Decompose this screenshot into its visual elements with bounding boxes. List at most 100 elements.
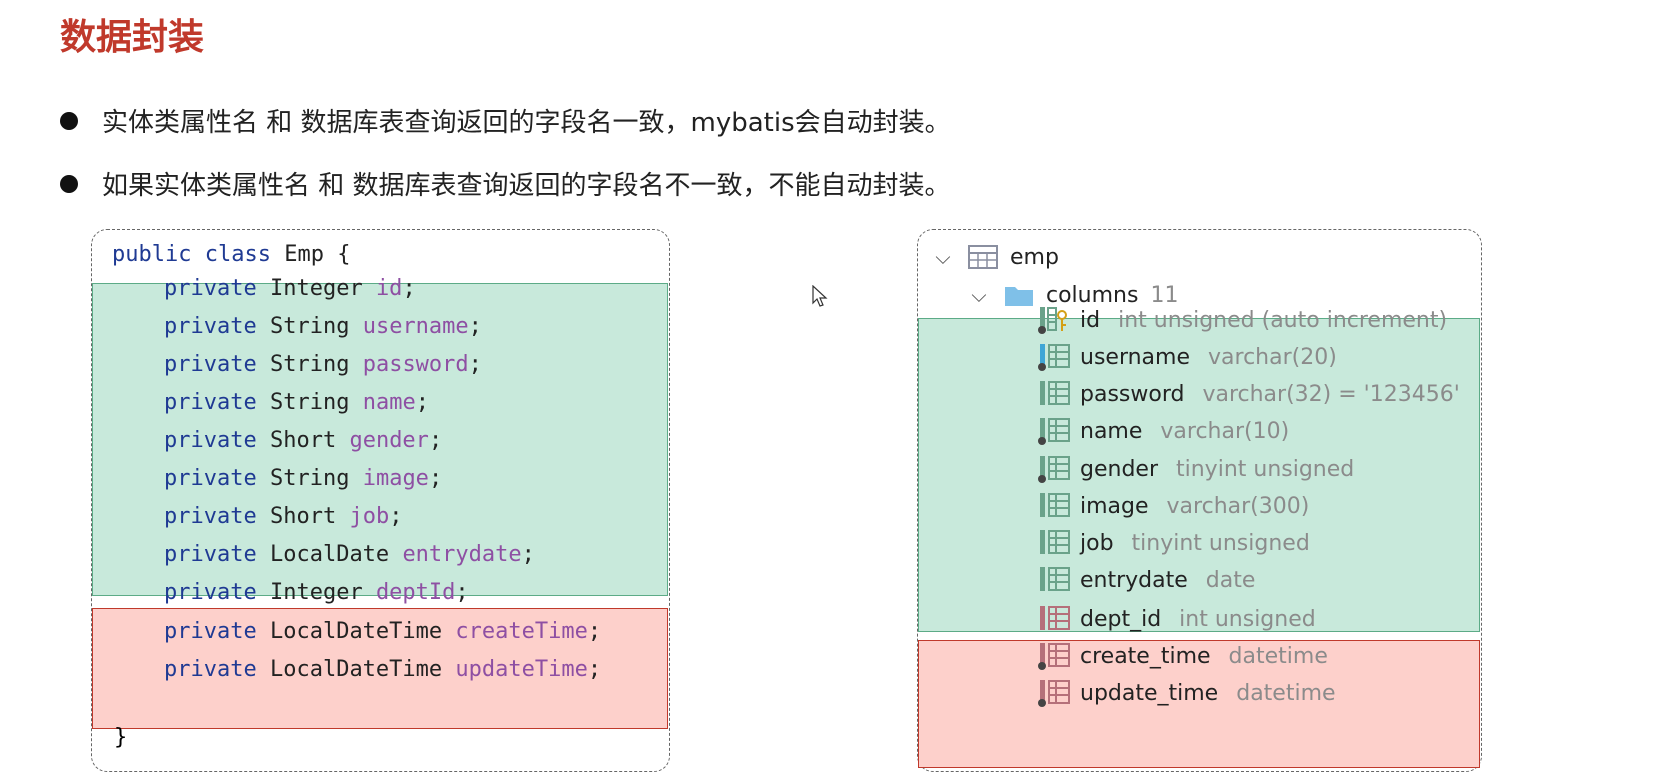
field-type: Short	[269, 504, 337, 529]
bullet-item: 如果实体类属性名 和 数据库表查询返回的字段名不一致，不能自动封装。	[60, 165, 951, 202]
chevron-down-icon[interactable]: ⌵	[932, 245, 954, 269]
column-name: update_time	[1080, 680, 1219, 706]
class-name: Emp	[284, 242, 324, 267]
column-icon	[1040, 493, 1070, 517]
field-name: id	[375, 276, 403, 301]
column-row[interactable]: image varchar(300)	[1038, 488, 1309, 524]
keyword-private: private	[164, 657, 257, 682]
field-type: LocalDateTime	[269, 619, 443, 644]
column-icon	[1040, 606, 1070, 630]
semicolon: ;	[521, 542, 535, 567]
field-declaration: private Integer deptId;	[164, 573, 741, 613]
column-type: varchar(32) = '123456'	[1202, 381, 1460, 407]
table-icon	[968, 245, 998, 269]
column-icon	[1038, 307, 1067, 334]
field-type: Short	[269, 428, 337, 453]
field-type: LocalDate	[269, 542, 390, 567]
keyword-private: private	[164, 619, 257, 644]
field-name: password	[362, 352, 469, 377]
keyword-private: private	[164, 428, 257, 453]
column-row[interactable]: create_time datetime	[1038, 638, 1328, 674]
semicolon: ;	[428, 428, 443, 453]
keyword-private: private	[164, 314, 257, 339]
column-type: datetime	[1228, 643, 1328, 669]
field-type: String	[269, 314, 350, 339]
column-name: id	[1080, 307, 1101, 333]
column-row[interactable]: password varchar(32) = '123456'	[1038, 376, 1460, 412]
keyword-private: private	[164, 352, 257, 377]
mouse-cursor-icon	[812, 285, 828, 307]
column-name: password	[1080, 381, 1185, 407]
bullet-item: 实体类属性名 和 数据库表查询返回的字段名一致，mybatis会自动封装。	[60, 102, 951, 139]
field-name: job	[349, 504, 390, 529]
field-declaration: private String username;	[164, 307, 741, 347]
keyword-private: private	[164, 504, 257, 529]
bullet-dot-icon	[60, 111, 78, 130]
tree-node-table[interactable]: ⌵ emp	[932, 239, 1077, 275]
field-name: gender	[349, 428, 429, 453]
column-icon	[1038, 418, 1070, 445]
field-type: String	[269, 466, 350, 491]
keyword-public: public	[112, 242, 192, 267]
field-type: Integer	[269, 580, 363, 605]
column-type: int unsigned	[1179, 606, 1316, 632]
field-type: String	[269, 390, 350, 415]
closing-brace: }	[114, 725, 128, 750]
column-row[interactable]: name varchar(10)	[1038, 413, 1289, 449]
database-table-panel: ⌵ emp ⌵ columns 11 id int unsigned (auto …	[917, 229, 1482, 772]
field-type: LocalDateTime	[269, 657, 443, 682]
keyword-private: private	[164, 580, 257, 605]
field-declaration: private String password;	[164, 345, 741, 385]
semicolon: ;	[587, 619, 602, 644]
column-type: tinyint unsigned	[1131, 530, 1310, 556]
column-row[interactable]: job tinyint unsigned	[1038, 525, 1310, 561]
column-name: entrydate	[1080, 567, 1188, 593]
field-name: username	[362, 314, 469, 339]
semicolon: ;	[389, 504, 403, 529]
keyword-private: private	[164, 390, 257, 415]
field-declaration: private LocalDateTime updateTime;	[164, 650, 741, 690]
column-name: dept_id	[1080, 606, 1162, 632]
column-type: varchar(20)	[1208, 344, 1337, 370]
field-declaration: private String name;	[164, 383, 741, 423]
column-row[interactable]: gender tinyint unsigned	[1038, 451, 1354, 487]
column-row[interactable]: update_time datetime	[1038, 675, 1336, 711]
table-name: emp	[1010, 244, 1059, 270]
java-class-panel: public class Emp { private Integer id; pr…	[91, 229, 670, 772]
folder-icon	[1005, 287, 1033, 306]
field-declaration: private Short gender;	[164, 421, 741, 461]
column-type: datetime	[1236, 680, 1336, 706]
column-icon	[1038, 680, 1070, 707]
field-type: String	[269, 352, 350, 377]
column-icon	[1040, 530, 1070, 554]
keyword-class: class	[204, 242, 271, 267]
semicolon: ;	[428, 466, 443, 491]
field-name: name	[362, 390, 416, 415]
semicolon: ;	[402, 276, 416, 301]
column-icon	[1038, 643, 1070, 670]
column-name: username	[1080, 344, 1190, 370]
bullet-dot-icon	[60, 174, 78, 193]
column-row[interactable]: username varchar(20)	[1038, 339, 1337, 375]
column-name: name	[1080, 418, 1143, 444]
column-icon	[1038, 344, 1070, 371]
column-type: tinyint unsigned	[1176, 456, 1355, 482]
column-icon	[1040, 567, 1070, 591]
column-row[interactable]: id int unsigned (auto increment)	[1038, 302, 1447, 338]
field-declaration: private Short job;	[164, 497, 741, 537]
field-declaration: private String image;	[164, 459, 741, 499]
field-declaration: private LocalDate entrydate;	[164, 535, 741, 575]
column-name: job	[1080, 530, 1114, 556]
field-declaration: private LocalDateTime createTime;	[164, 612, 741, 652]
field-name: createTime	[455, 619, 588, 644]
column-type: int unsigned (auto increment)	[1118, 307, 1448, 333]
column-row[interactable]: entrydate date	[1038, 562, 1255, 598]
field-name: updateTime	[455, 657, 588, 682]
chevron-down-icon[interactable]: ⌵	[968, 283, 990, 307]
field-name: entrydate	[402, 542, 522, 567]
semicolon: ;	[587, 657, 602, 682]
keyword-private: private	[164, 466, 257, 491]
column-row[interactable]: dept_id int unsigned	[1038, 601, 1316, 637]
field-declaration: private Integer id;	[164, 269, 741, 309]
keyword-private: private	[164, 276, 257, 301]
